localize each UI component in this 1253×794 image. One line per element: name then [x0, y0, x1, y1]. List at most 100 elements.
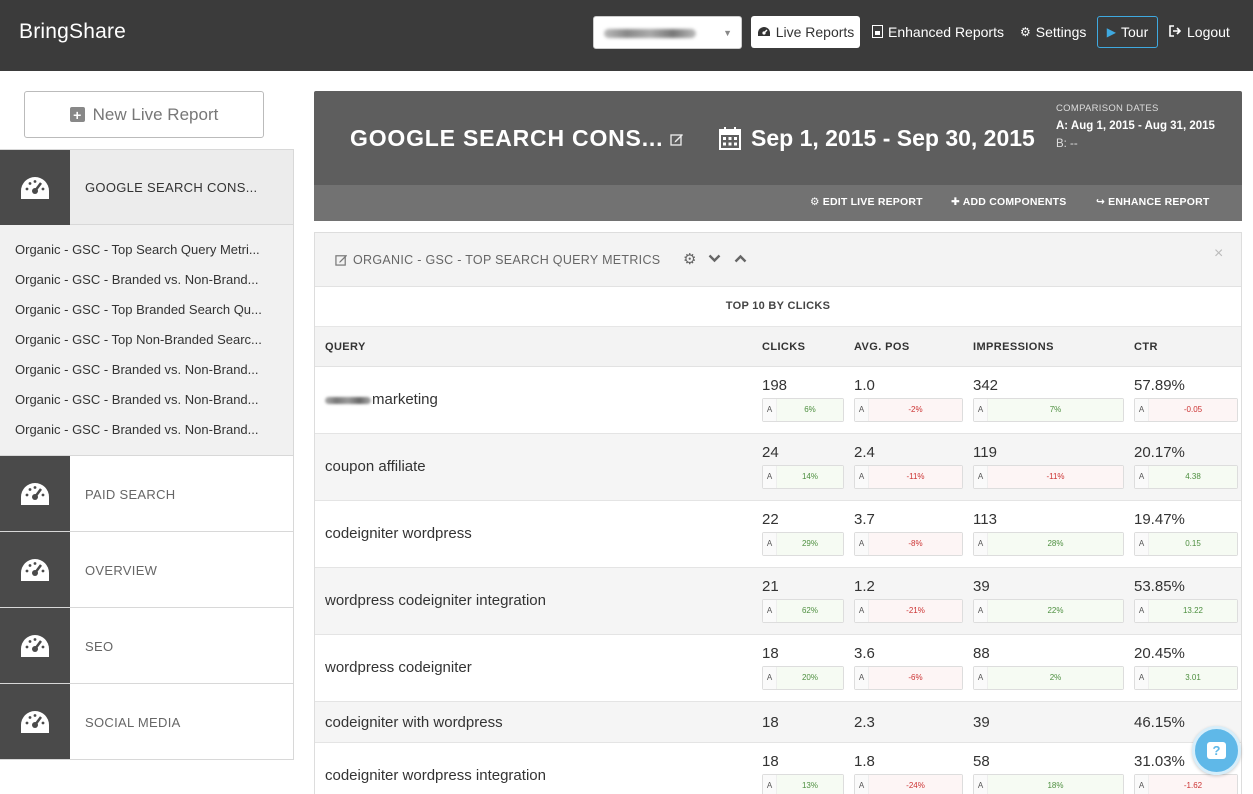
change-chip: A -11% [973, 465, 1124, 489]
table-row: marketing 198 A 6% 1.0 A -2% 342 A 7% 57.89% A -… [315, 367, 1241, 434]
chip-label: A [855, 533, 869, 555]
change-chip: A 4.38 [1134, 465, 1238, 489]
impressions-value: 39 [973, 714, 990, 731]
change-chip: A 28% [973, 532, 1124, 556]
sidebar-section-paid-search[interactable]: PAID SEARCH [0, 456, 294, 532]
clicks-cell: 24 A 14% [762, 444, 844, 489]
chevron-up-icon[interactable] [734, 250, 747, 267]
change-value: -11% [869, 466, 962, 488]
impressions-value: 119 [973, 444, 997, 461]
avg-pos-cell: 1.0 A -2% [854, 377, 963, 422]
enhance-report-button[interactable]: ↪ ENHANCE REPORT [1096, 196, 1210, 208]
change-chip: A -1.62 [1134, 774, 1238, 794]
change-chip: A -8% [854, 532, 963, 556]
change-value: 2% [988, 667, 1123, 689]
change-value: 7% [988, 399, 1123, 421]
change-value: 13.22 [1149, 600, 1237, 622]
sidebar-subitem[interactable]: Organic - GSC - Top Branded Search Qu... [0, 299, 293, 329]
comparison-date-a: A: Aug 1, 2015 - Aug 31, 2015 [1056, 120, 1215, 132]
column-header-avg-pos[interactable]: AVG. POS [854, 341, 910, 353]
settings-button[interactable]: ⚙ Settings [1020, 16, 1086, 48]
add-components-label: ADD COMPONENTS [962, 196, 1067, 208]
close-icon[interactable]: × [1214, 245, 1223, 263]
change-chip: A 2% [973, 666, 1124, 690]
change-chip: A 3.01 [1134, 666, 1238, 690]
tour-button[interactable]: ▶ Tour [1097, 16, 1158, 48]
chip-label: A [1135, 466, 1149, 488]
sidebar-subitem[interactable]: Organic - GSC - Branded vs. Non-Brand... [0, 389, 293, 419]
chevron-down-icon[interactable] [708, 250, 721, 267]
logout-button[interactable]: Logout [1169, 16, 1230, 48]
sidebar-subitem[interactable]: Organic - GSC - Branded vs. Non-Brand... [0, 359, 293, 389]
chip-label: A [855, 667, 869, 689]
account-select[interactable]: ▼ [593, 16, 742, 49]
redacted-text [325, 396, 371, 404]
brand-logo[interactable]: BringShare [19, 20, 126, 44]
enhanced-reports-button[interactable]: Enhanced Reports [872, 16, 1004, 48]
dashboard-icon [21, 710, 49, 733]
live-reports-button[interactable]: Live Reports [751, 16, 860, 48]
dashboard-icon [21, 176, 49, 199]
query-text: codeigniter wordpress [325, 525, 472, 542]
share-icon: ↪ [1096, 196, 1109, 208]
chip-label: A [763, 667, 777, 689]
edit-icon[interactable] [335, 253, 348, 266]
sidebar-sublist: Organic - GSC - Top Search Query Metri..… [0, 239, 293, 449]
gear-icon[interactable]: ⚙ [683, 250, 696, 268]
column-header-clicks[interactable]: CLICKS [762, 341, 805, 353]
settings-label: Settings [1035, 24, 1087, 40]
change-value: -11% [988, 466, 1123, 488]
change-value: 22% [988, 600, 1123, 622]
table-header: QUERY CLICKS AVG. POS IMPRESSIONS CTR [315, 326, 1241, 367]
chip-label: A [974, 600, 988, 622]
column-header-ctr[interactable]: CTR [1134, 341, 1158, 353]
caret-down-icon: ▼ [723, 28, 732, 38]
ctr-cell: 19.47% A 0.15 [1134, 511, 1238, 556]
impressions-cell: 119 A -11% [973, 444, 1124, 489]
account-name-redacted [604, 29, 696, 38]
clicks-value: 18 [762, 753, 779, 770]
add-components-button[interactable]: ✚ ADD COMPONENTS [951, 196, 1066, 208]
avg-pos-cell: 3.6 A -6% [854, 645, 963, 690]
help-chat-icon: ? [1207, 742, 1226, 759]
change-value: -21% [869, 600, 962, 622]
report-actions-bar: ⚙ EDIT LIVE REPORT ✚ ADD COMPONENTS ↪ EN… [314, 185, 1242, 221]
chip-label: A [974, 775, 988, 794]
impressions-value: 88 [973, 645, 990, 662]
avg-pos-cell: 1.2 A -21% [854, 578, 963, 623]
dashboard-icon [21, 634, 49, 657]
calendar-icon[interactable] [719, 126, 741, 150]
edit-live-report-button[interactable]: ⚙ EDIT LIVE REPORT [810, 196, 923, 208]
ctr-value: 19.47% [1134, 511, 1185, 528]
avg-pos-cell: 1.8 A -24% [854, 753, 963, 794]
sidebar-subitem[interactable]: Organic - GSC - Top Non-Branded Searc... [0, 329, 293, 359]
new-live-report-button[interactable]: + New Live Report [24, 91, 264, 138]
ctr-value: 57.89% [1134, 377, 1185, 394]
column-header-impressions[interactable]: IMPRESSIONS [973, 341, 1054, 353]
avg-pos-value: 2.4 [854, 444, 875, 461]
edit-icon[interactable] [670, 132, 684, 146]
sidebar-subitem[interactable]: Organic - GSC - Top Search Query Metri..… [0, 239, 293, 269]
clicks-cell: 18 [762, 714, 844, 732]
sidebar-section-social-media[interactable]: SOCIAL MEDIA [0, 684, 294, 760]
gear-icon: ⚙ [1020, 25, 1031, 39]
column-header-query[interactable]: QUERY [325, 341, 366, 353]
sidebar-section-label: SOCIAL MEDIA [85, 715, 181, 730]
clicks-value: 18 [762, 645, 779, 662]
sidebar-section-overview[interactable]: OVERVIEW [0, 532, 294, 608]
document-icon [872, 24, 883, 40]
chip-label: A [855, 775, 869, 794]
date-range[interactable]: Sep 1, 2015 - Sep 30, 2015 [751, 125, 1035, 152]
sidebar-subitem[interactable]: Organic - GSC - Branded vs. Non-Brand... [0, 269, 293, 299]
impressions-cell: 58 A 18% [973, 753, 1124, 794]
logout-icon [1169, 25, 1182, 39]
sidebar-section-seo[interactable]: SEO [0, 608, 294, 684]
enhanced-reports-label: Enhanced Reports [888, 24, 1004, 40]
change-value: 29% [777, 533, 843, 555]
sidebar-section-label[interactable]: GOOGLE SEARCH CONS... [85, 180, 257, 195]
sidebar-subitem[interactable]: Organic - GSC - Branded vs. Non-Brand... [0, 419, 293, 449]
clicks-value: 18 [762, 714, 779, 731]
help-chat-button[interactable]: ? [1192, 726, 1241, 775]
report-title: GOOGLE SEARCH CONS... [350, 125, 664, 151]
change-value: -2% [869, 399, 962, 421]
